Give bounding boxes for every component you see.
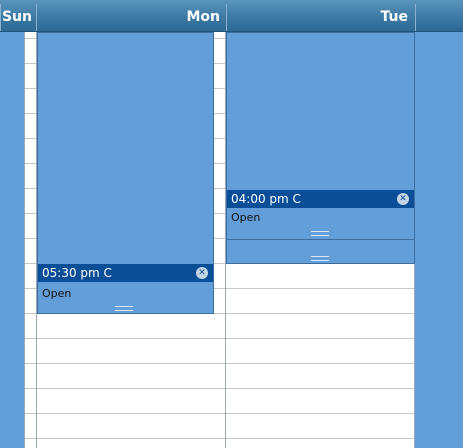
wednesday-column[interactable] xyxy=(415,32,463,448)
event-divider xyxy=(227,239,414,240)
close-icon[interactable]: ✕ xyxy=(196,267,208,279)
grid-line xyxy=(37,338,225,339)
grid-line xyxy=(226,288,414,289)
event-time: 04:00 pm C xyxy=(231,192,301,206)
grid-line xyxy=(37,363,225,364)
grid-line xyxy=(25,438,36,439)
grid-line xyxy=(25,163,36,164)
time-gutter xyxy=(24,32,36,448)
grid-line xyxy=(37,413,225,414)
resize-handle[interactable] xyxy=(311,231,329,236)
resize-handle[interactable] xyxy=(311,256,329,261)
grid-line xyxy=(25,413,36,414)
calendar-header: Sun Mon Tue xyxy=(0,0,463,32)
calendar-event[interactable]: 04:00 pm C ✕ Open xyxy=(226,32,415,264)
grid-line xyxy=(226,338,414,339)
day-header-wed[interactable] xyxy=(415,4,463,31)
grid-line xyxy=(226,388,414,389)
sunday-column[interactable] xyxy=(0,32,24,448)
grid-line xyxy=(25,38,36,39)
grid-line xyxy=(25,388,36,389)
grid-line xyxy=(25,138,36,139)
grid-line xyxy=(226,363,414,364)
grid-line xyxy=(25,213,36,214)
day-header-sun[interactable]: Sun xyxy=(0,4,36,31)
event-time: 05:30 pm C xyxy=(42,266,112,280)
grid-line xyxy=(25,88,36,89)
grid-line xyxy=(226,438,414,439)
grid-line xyxy=(25,188,36,189)
close-icon[interactable]: ✕ xyxy=(397,193,409,205)
day-header-mon[interactable]: Mon xyxy=(36,4,226,31)
event-status: Open xyxy=(231,211,261,224)
grid-line xyxy=(25,363,36,364)
event-status: Open xyxy=(42,287,72,300)
grid-line xyxy=(226,413,414,414)
grid-line xyxy=(25,263,36,264)
grid-line xyxy=(25,113,36,114)
grid-line xyxy=(37,388,225,389)
grid-line xyxy=(25,238,36,239)
column-divider xyxy=(24,32,25,448)
grid-line xyxy=(37,438,225,439)
day-header-tue[interactable]: Tue xyxy=(226,4,415,31)
calendar-event[interactable]: 05:30 pm C ✕ Open xyxy=(37,32,214,314)
grid-line xyxy=(226,313,414,314)
event-time-bar[interactable]: 05:30 pm C ✕ xyxy=(38,264,213,282)
grid-line xyxy=(25,63,36,64)
grid-line xyxy=(25,313,36,314)
event-time-bar[interactable]: 04:00 pm C ✕ xyxy=(227,190,414,208)
grid-line xyxy=(25,288,36,289)
resize-handle[interactable] xyxy=(115,306,133,311)
grid-line xyxy=(25,338,36,339)
